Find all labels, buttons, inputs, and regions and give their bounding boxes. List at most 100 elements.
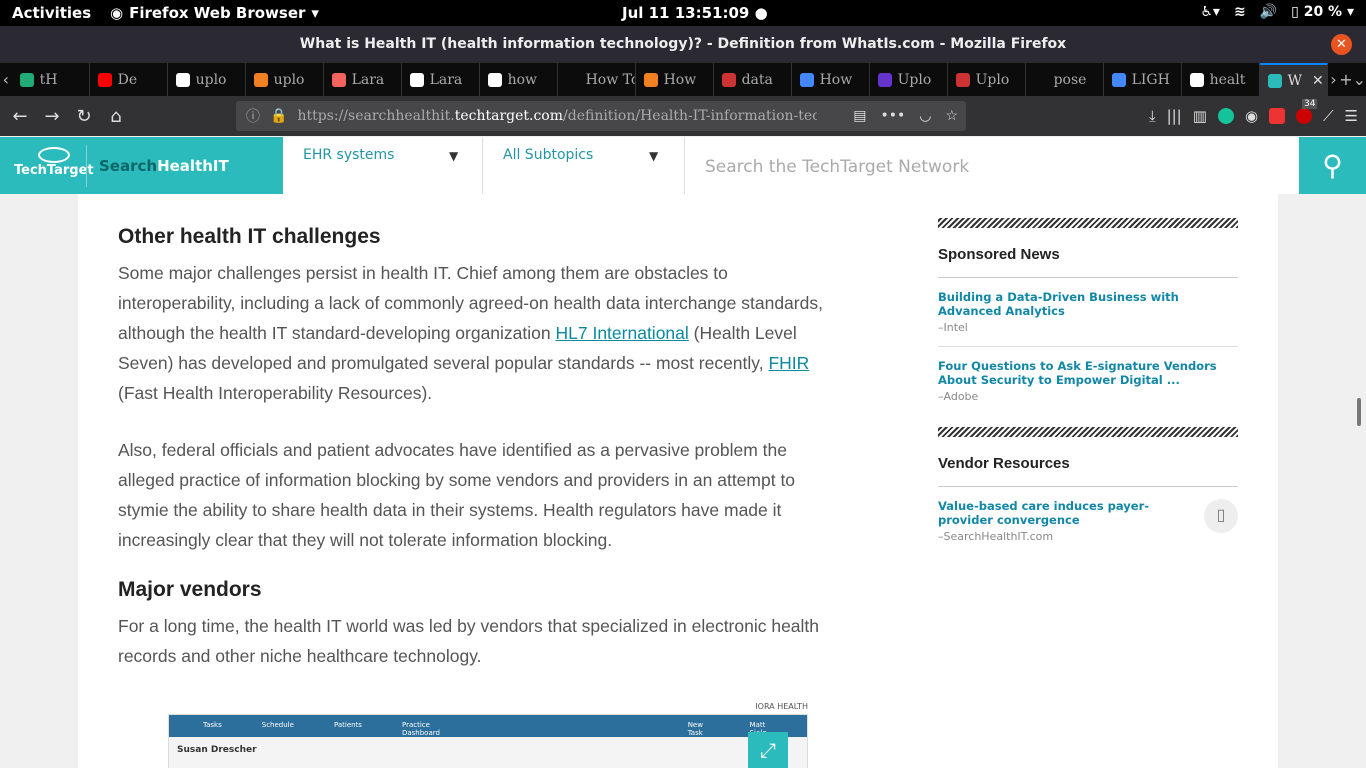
tab-label: How bbox=[819, 71, 853, 88]
browser-tab[interactable]: tH bbox=[12, 63, 90, 96]
color-picker-icon[interactable]: ⟋ bbox=[1323, 107, 1334, 125]
reload-button[interactable]: ↻ bbox=[68, 100, 100, 132]
tab-label: uplo bbox=[273, 71, 305, 88]
topic-dropdown[interactable]: EHR systems ▼ bbox=[283, 137, 483, 194]
browser-tab[interactable]: Uplo bbox=[948, 63, 1026, 96]
favicon-icon bbox=[643, 72, 658, 87]
figure-image: Tasks Schedule Patients Practice Dashboa… bbox=[168, 714, 808, 768]
url-prefix: https://searchhealthit. bbox=[297, 108, 455, 124]
favicon-icon bbox=[331, 72, 346, 87]
figure-credit: IORA HEALTH bbox=[755, 702, 808, 711]
site-name: SearchHealthIT bbox=[99, 157, 229, 175]
browser-tab[interactable]: pose bbox=[1026, 63, 1104, 96]
list-all-tabs-button[interactable]: ⌄ bbox=[1353, 63, 1366, 96]
favicon-icon bbox=[253, 72, 268, 87]
browser-tab[interactable]: data bbox=[714, 63, 792, 96]
browser-tab[interactable]: how bbox=[480, 63, 558, 96]
tab-label: How To bbox=[585, 71, 636, 88]
page-actions-icon[interactable]: ••• bbox=[880, 108, 905, 124]
downloads-icon[interactable]: ⤓ bbox=[1149, 107, 1156, 125]
activities-button[interactable]: Activities bbox=[12, 4, 91, 22]
fhir-link[interactable]: FHIR bbox=[768, 353, 809, 373]
topic-dropdown-label: EHR systems bbox=[303, 147, 395, 163]
info-icon[interactable]: ⓘ bbox=[246, 106, 260, 126]
tab-strip: ‹ tH De uplo uplo Lara Lara how How To How data Ho… bbox=[0, 63, 1366, 96]
close-window-button[interactable]: ✕ bbox=[1331, 34, 1352, 55]
sidebar-divider bbox=[938, 218, 1238, 228]
sidebar-icon[interactable]: ▥ bbox=[1193, 107, 1207, 125]
app-menu[interactable]: ◉ Firefox Web Browser ▾ bbox=[110, 4, 319, 22]
paragraph: For a long time, the health IT world was… bbox=[118, 616, 820, 666]
clock[interactable]: Jul 11 13:51:09 ● bbox=[622, 4, 768, 22]
site-name-prefix: Search bbox=[99, 157, 158, 175]
system-top-bar: Activities ◉ Firefox Web Browser ▾ Jul 11 … bbox=[0, 0, 1366, 26]
grammarly-icon[interactable] bbox=[1217, 108, 1234, 124]
paragraph: Also, federal officials and patient advo… bbox=[118, 440, 796, 550]
back-button[interactable]: ← bbox=[4, 100, 36, 132]
browser-tab[interactable]: De bbox=[90, 63, 168, 96]
browser-tab[interactable]: W ✕ bbox=[1259, 63, 1328, 96]
favicon-icon bbox=[877, 72, 892, 87]
search-icon: ⚲ bbox=[1322, 149, 1343, 182]
close-tab-icon[interactable]: ✕ bbox=[1312, 73, 1324, 89]
menu-icon[interactable]: ☰ bbox=[1345, 107, 1358, 125]
pocket-icon[interactable]: ◡ bbox=[919, 108, 931, 124]
browser-tab[interactable]: Uplo bbox=[870, 63, 948, 96]
browser-tab[interactable]: How To bbox=[558, 63, 636, 96]
adblock-badge: 34 bbox=[1302, 99, 1318, 109]
system-tray[interactable]: ♿▾ ≋ 🔊 ▯ 20 % ▾ bbox=[1200, 4, 1354, 20]
expand-image-button[interactable]: ⤢ bbox=[748, 732, 788, 768]
vendor-link[interactable]: Value-based care induces payer-provider … bbox=[938, 499, 1188, 527]
figure-tab: New Task bbox=[687, 721, 703, 737]
favicon-icon bbox=[1034, 73, 1048, 87]
site-header: TechTarget SearchHealthIT EHR systems ▼ … bbox=[0, 137, 1366, 194]
tab-label: LIGH bbox=[1131, 71, 1170, 88]
search-button[interactable]: ⚲ bbox=[1299, 137, 1366, 194]
subtopic-dropdown[interactable]: All Subtopics ▼ bbox=[483, 137, 683, 194]
tab-label: data bbox=[741, 71, 773, 88]
home-button[interactable]: ⌂ bbox=[100, 100, 132, 132]
favicon-icon bbox=[97, 72, 112, 87]
account-icon[interactable]: ◉ bbox=[1245, 107, 1258, 125]
browser-tab[interactable]: uplo bbox=[168, 63, 246, 96]
browser-tab[interactable]: How bbox=[792, 63, 870, 96]
favicon-icon bbox=[1189, 72, 1204, 87]
subtopic-dropdown-label: All Subtopics bbox=[503, 147, 594, 163]
sponsored-link[interactable]: Four Questions to Ask E-signature Vendor… bbox=[938, 359, 1238, 387]
favicon-icon bbox=[19, 72, 34, 87]
forward-button[interactable]: → bbox=[36, 100, 68, 132]
page-scrollbar[interactable] bbox=[1357, 398, 1361, 426]
reader-view-icon[interactable]: ▤ bbox=[853, 108, 866, 124]
sponsored-link[interactable]: Building a Data-Driven Business with Adv… bbox=[938, 290, 1238, 318]
browser-tab[interactable]: healt bbox=[1182, 63, 1260, 96]
volume-icon: 🔊 bbox=[1259, 4, 1278, 20]
brand-area[interactable]: TechTarget SearchHealthIT bbox=[0, 137, 283, 194]
browser-tab[interactable]: LIGH bbox=[1104, 63, 1182, 96]
site-search-input[interactable]: Search the TechTarget Network bbox=[684, 137, 1298, 194]
url-bar[interactable]: ⓘ 🔒 https://searchhealthit.techtarget.co… bbox=[236, 101, 966, 131]
browser-tab[interactable]: Lara bbox=[324, 63, 402, 96]
mobile-icon: ▯ bbox=[1204, 499, 1238, 533]
expand-icon: ⤢ bbox=[760, 738, 776, 762]
todoist-icon[interactable] bbox=[1269, 108, 1286, 124]
tab-label: De bbox=[117, 71, 138, 88]
tab-label: W bbox=[1287, 72, 1302, 89]
browser-tab[interactable]: Lara bbox=[402, 63, 480, 96]
favicon-icon bbox=[1111, 72, 1126, 87]
browser-tab[interactable]: How bbox=[636, 63, 714, 96]
favicon-icon bbox=[955, 72, 970, 87]
battery-indicator: ▯ 20 % ▾ bbox=[1291, 4, 1354, 20]
adblock-plus-icon[interactable]: 34 bbox=[1296, 99, 1318, 124]
scroll-tabs-right-button[interactable]: › bbox=[1328, 63, 1340, 96]
clock-text: Jul 11 13:51:09 bbox=[622, 4, 750, 22]
scroll-tabs-left-button[interactable]: ‹ bbox=[0, 63, 12, 96]
tab-label: How bbox=[663, 71, 697, 88]
new-tab-button[interactable]: + bbox=[1339, 63, 1352, 96]
favicon-icon bbox=[487, 72, 502, 87]
sponsored-item: Building a Data-Driven Business with Adv… bbox=[938, 290, 1238, 347]
browser-tab[interactable]: uplo bbox=[246, 63, 324, 96]
hl7-link[interactable]: HL7 International bbox=[556, 323, 689, 343]
bookmark-star-icon[interactable]: ☆ bbox=[945, 108, 958, 124]
figure-tab: Patients bbox=[333, 721, 362, 729]
library-icon[interactable]: ||| bbox=[1167, 107, 1182, 125]
